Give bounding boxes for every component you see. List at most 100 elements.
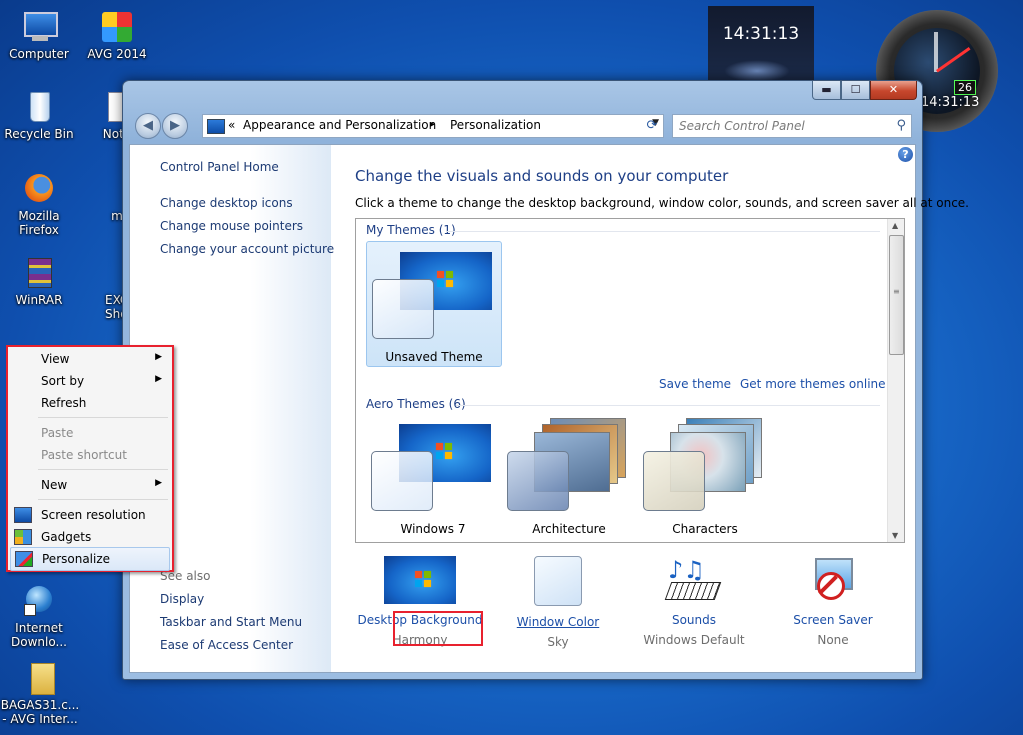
gadget-snow-graphic — [724, 60, 790, 82]
change-account-picture-link[interactable]: Change your account picture — [160, 242, 334, 256]
theme-glass-preview — [372, 279, 434, 339]
menu-item-paste: Paste — [10, 422, 170, 444]
save-theme-link[interactable]: Save theme — [659, 377, 731, 391]
ease-of-access-link[interactable]: Ease of Access Center — [160, 638, 293, 652]
clock-gadget[interactable]: 14:31:13 — [708, 6, 814, 84]
maximize-button[interactable]: ☐ — [841, 81, 870, 100]
breadcrumb-separator[interactable]: ▸ — [430, 119, 435, 130]
close-button[interactable]: ✕ — [870, 81, 917, 100]
theme-glass-preview — [507, 451, 569, 511]
menu-separator — [38, 417, 168, 418]
menu-item-label: Refresh — [41, 396, 87, 410]
menu-item-sort-by[interactable]: Sort by ▶ — [10, 370, 170, 392]
menu-item-view[interactable]: View ▶ — [10, 348, 170, 370]
desktop-icon-label: AVG 2014 — [87, 47, 147, 61]
theme-label: Unsaved Theme — [385, 350, 483, 364]
change-mouse-pointers-link[interactable]: Change mouse pointers — [160, 219, 303, 233]
theme-label: Windows 7 — [400, 522, 466, 536]
computer-icon — [22, 10, 58, 44]
back-button[interactable]: ◀ — [135, 113, 161, 139]
display-link[interactable]: Display — [160, 592, 204, 606]
menu-item-label: Personalize — [42, 552, 111, 566]
page-title: Change the visuals and sounds on your co… — [355, 167, 729, 185]
clock-hand — [934, 32, 938, 72]
desktop-icon-firefox[interactable]: Mozilla Firefox — [3, 172, 75, 237]
sounds-link[interactable]: Sounds — [629, 613, 759, 627]
menu-item-label: New — [41, 478, 68, 492]
screen-saver-link[interactable]: Screen Saver — [768, 613, 898, 627]
desktop-icon-internet-download[interactable]: Internet Downlo... — [3, 584, 75, 649]
menu-item-screen-resolution[interactable]: Screen resolution — [10, 504, 170, 526]
menu-item-label: Paste shortcut — [41, 448, 127, 462]
window-color-value: Sky — [547, 635, 569, 649]
sounds-icon: ♪♫ — [658, 556, 730, 604]
scroll-thumb[interactable]: ≡ — [889, 235, 904, 355]
theme-label: Architecture — [532, 522, 606, 536]
winrar-icon — [22, 256, 56, 290]
themes-scrollbar[interactable]: ▲ ≡ ▼ — [887, 219, 904, 542]
refresh-icon[interactable]: ⟳ — [641, 116, 663, 136]
control-panel-home-link[interactable]: Control Panel Home — [160, 160, 279, 174]
menu-item-gadgets[interactable]: Gadgets — [10, 526, 170, 548]
window-color-link[interactable]: Window Color — [493, 615, 623, 629]
clock-gadget-time: 14:31:13 — [722, 24, 800, 44]
windows-logo-icon — [435, 442, 453, 460]
theme-unsaved[interactable]: Unsaved Theme — [366, 241, 502, 367]
themes-list[interactable]: My Themes (1) Unsaved Theme Save theme G… — [355, 218, 905, 543]
scroll-down-icon[interactable]: ▼ — [892, 531, 898, 540]
menu-item-refresh[interactable]: Refresh — [10, 392, 170, 414]
menu-separator — [38, 499, 168, 500]
menu-item-label: Screen resolution — [41, 508, 146, 522]
help-icon[interactable]: ? — [898, 147, 913, 162]
search-input[interactable]: Search Control Panel ⚲ — [672, 114, 912, 138]
desktop-icon-winrar[interactable]: WinRAR — [3, 256, 75, 307]
desktop-icon-recycle-bin[interactable]: Recycle Bin — [3, 90, 75, 141]
search-icon[interactable]: ⚲ — [896, 118, 906, 133]
theme-label: Characters — [672, 522, 738, 536]
theme-architecture[interactable]: Architecture — [502, 414, 636, 538]
scroll-up-icon[interactable]: ▲ — [892, 221, 898, 230]
sounds-value: Windows Default — [643, 633, 745, 647]
recycle-bin-icon — [22, 90, 56, 124]
aero-themes-heading: Aero Themes (6) — [366, 397, 466, 411]
my-themes-heading: My Themes (1) — [366, 223, 456, 237]
change-desktop-icons-link[interactable]: Change desktop icons — [160, 196, 293, 210]
taskbar-start-menu-link[interactable]: Taskbar and Start Menu — [160, 615, 302, 629]
desktop-icon-label: WinRAR — [15, 293, 63, 307]
theme-glass-preview — [371, 451, 433, 511]
theme-windows-7[interactable]: Windows 7 — [366, 414, 500, 538]
gadgets-icon — [14, 529, 32, 545]
grip-icon: ≡ — [893, 287, 900, 296]
desktop-icon-label: BAGAS31.c... - AVG Inter... — [0, 698, 80, 726]
desktop-icon-bagas31[interactable]: BAGAS31.c... - AVG Inter... — [0, 663, 80, 726]
desktop-icon-avg[interactable]: AVG 2014 — [81, 10, 153, 61]
minimize-button[interactable]: ▬ — [812, 81, 841, 100]
desktop-icon-label: Computer — [9, 47, 69, 61]
menu-item-new[interactable]: New ▶ — [10, 474, 170, 496]
window-color-highlight-box — [393, 611, 483, 646]
desktop-context-menu: View ▶ Sort by ▶ Refresh Paste Paste sho… — [6, 345, 174, 572]
sounds-item[interactable]: ♪♫ Sounds Windows Default — [629, 556, 759, 647]
breadcrumb-appearance[interactable]: Appearance and Personalization — [243, 118, 436, 132]
address-overflow[interactable]: « — [228, 118, 235, 132]
page-description: Click a theme to change the desktop back… — [355, 196, 969, 210]
window-content: Control Panel Home Change desktop icons … — [129, 144, 969, 673]
desktop-icon-label: Internet Downlo... — [11, 621, 67, 649]
submenu-arrow-icon: ▶ — [155, 478, 162, 488]
download-manager-icon — [22, 584, 56, 618]
menu-item-label: Paste — [41, 426, 74, 440]
menu-item-label: Sort by — [41, 374, 85, 388]
screen-saver-item[interactable]: Screen Saver None — [768, 556, 898, 647]
desktop-icon-computer[interactable]: Computer — [3, 10, 75, 61]
submenu-arrow-icon: ▶ — [155, 352, 162, 362]
address-bar[interactable]: « Appearance and Personalization ▸ Perso… — [202, 114, 664, 138]
menu-separator — [38, 469, 168, 470]
theme-glass-preview — [643, 451, 705, 511]
forward-button[interactable]: ▶ — [162, 113, 188, 139]
breadcrumb-personalization[interactable]: Personalization — [450, 118, 541, 132]
window-color-item[interactable]: Window Color Sky — [493, 556, 623, 649]
menu-item-paste-shortcut: Paste shortcut — [10, 444, 170, 466]
menu-item-personalize[interactable]: Personalize — [10, 547, 170, 571]
get-more-themes-link[interactable]: Get more themes online — [740, 377, 886, 391]
theme-characters[interactable]: Characters — [638, 414, 772, 538]
